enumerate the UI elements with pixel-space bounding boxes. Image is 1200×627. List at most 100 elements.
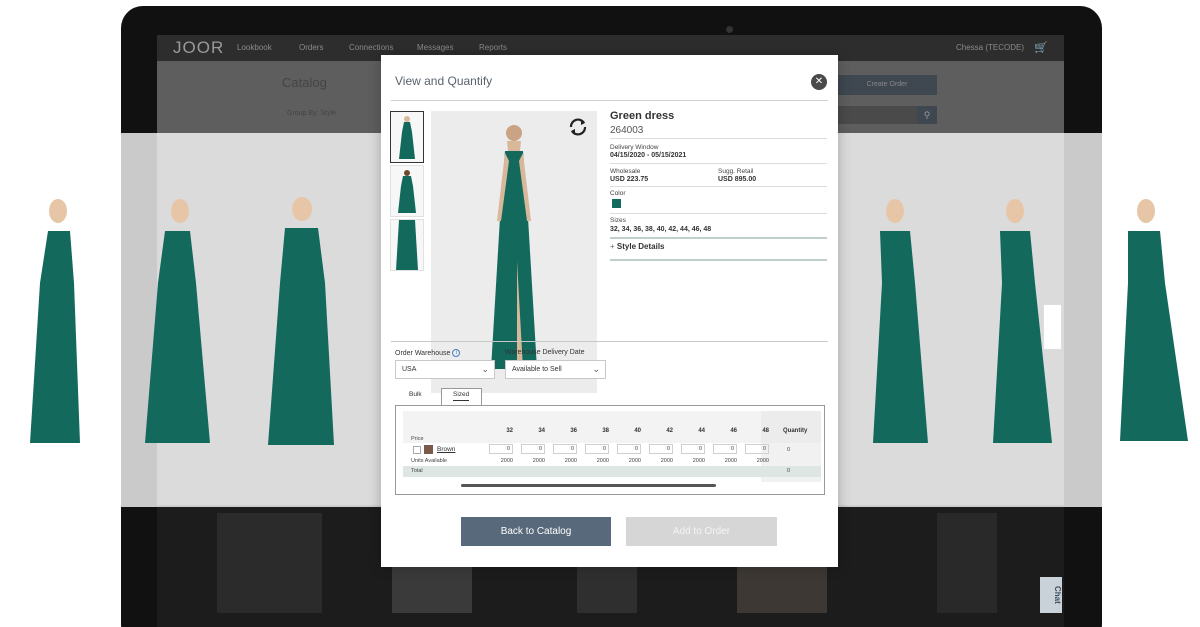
size-grid: 32 0 2000 0 34 0 2000 0 36 0 2000 0 38 0 2000 0 40 0 2000 0…: [403, 411, 821, 482]
units-available-value: 2000: [532, 458, 545, 464]
quantity-input[interactable]: 0: [713, 444, 737, 454]
tab-active-indicator: [453, 400, 469, 401]
divider: [391, 100, 828, 101]
color-name-brown[interactable]: Brown: [437, 446, 455, 453]
quantity-input[interactable]: 0: [489, 444, 513, 454]
order-warehouse-select[interactable]: USA ⌄: [395, 360, 495, 379]
total-label: Total: [411, 468, 423, 474]
chevron-down-icon: ⌄: [481, 364, 489, 374]
nav-item-orders[interactable]: Orders: [299, 43, 323, 52]
close-icon[interactable]: ✕: [811, 74, 827, 90]
quantity-input[interactable]: 0: [521, 444, 545, 454]
divider: [610, 186, 827, 187]
color-swatch-green[interactable]: [612, 199, 621, 208]
size-header: 36: [570, 428, 577, 434]
wholesale-price: USD 223.75: [610, 176, 649, 183]
tab-sized[interactable]: Sized: [453, 391, 469, 398]
units-available-value: 2000: [724, 458, 737, 464]
camera-dot: [726, 26, 733, 33]
wholesale-label: Wholesale: [610, 168, 641, 175]
page: JOOR Lookbook Orders Connections Message…: [0, 0, 1200, 627]
row-quantity: 0: [787, 447, 791, 453]
quantity-input[interactable]: 0: [585, 444, 609, 454]
size-header: 38: [602, 428, 609, 434]
product-tile[interactable]: [937, 513, 997, 613]
style-details-toggle[interactable]: + Style Details: [610, 242, 664, 251]
search-icon[interactable]: ⚲: [917, 106, 937, 124]
divider: [391, 341, 828, 342]
thumbnail-detail[interactable]: [390, 219, 424, 271]
quantity-input[interactable]: 0: [681, 444, 705, 454]
divider: [610, 138, 827, 139]
units-available-value: 2000: [660, 458, 673, 464]
delivery-window-value: 04/15/2020 - 05/15/2021: [610, 152, 687, 159]
units-available-value: 2000: [500, 458, 513, 464]
quantity-input[interactable]: 0: [745, 444, 769, 454]
chevron-down-icon: ⌄: [592, 364, 600, 374]
delivery-date-label: Warehouse Delivery Date: [505, 349, 585, 356]
create-order-button[interactable]: Create Order: [837, 75, 937, 95]
quantity-input[interactable]: 0: [649, 444, 673, 454]
units-available-value: 2000: [596, 458, 609, 464]
units-available-value: 2000: [692, 458, 705, 464]
divider: [610, 213, 827, 214]
catalog-title: Catalog: [282, 75, 327, 90]
divider: [610, 237, 827, 239]
plus-icon: +: [610, 242, 617, 251]
grid-horizontal-scrollbar[interactable]: [461, 484, 716, 487]
total-quantity: 0: [787, 468, 791, 474]
size-header: 34: [538, 428, 545, 434]
quantity-header: Quantity: [783, 428, 808, 434]
size-header: 44: [698, 428, 705, 434]
rotate-360-icon[interactable]: [566, 115, 590, 139]
carousel-handle[interactable]: [1043, 304, 1062, 350]
product-name: Green dress: [610, 110, 675, 122]
thumbnail-back[interactable]: [390, 165, 424, 217]
color-swatch-brown: [424, 445, 433, 454]
divider: [610, 259, 827, 261]
units-available-label: Units Available: [411, 458, 447, 464]
divider: [610, 163, 827, 164]
color-label: Color: [610, 190, 626, 197]
style-details-label: Style Details: [616, 242, 665, 251]
delivery-window-label: Delivery Window: [610, 144, 659, 151]
group-by-select[interactable]: Group By: Style: [287, 110, 336, 117]
size-header: 42: [666, 428, 673, 434]
order-warehouse-label: Order Warehouse i: [395, 349, 461, 357]
sizes-value: 32, 34, 36, 38, 40, 42, 44, 46, 48: [610, 226, 712, 233]
user-menu[interactable]: Chessa (TECODE): [956, 43, 1024, 52]
order-warehouse-value: USA: [402, 366, 417, 373]
size-header: 32: [506, 428, 513, 434]
info-icon[interactable]: i: [452, 349, 461, 357]
cart-icon[interactable]: 🛒: [1034, 41, 1048, 54]
sizes-label: Sizes: [610, 217, 626, 224]
retail-label: Sugg. Retail: [718, 168, 754, 175]
row-checkbox[interactable]: [413, 446, 421, 454]
price-label: Price: [411, 436, 424, 442]
chat-button[interactable]: Chat: [1040, 577, 1062, 613]
order-warehouse-label-text: Order Warehouse: [395, 349, 451, 357]
quantity-input[interactable]: 0: [553, 444, 577, 454]
thumbnail-front[interactable]: [390, 111, 424, 163]
back-to-catalog-button[interactable]: Back to Catalog: [461, 517, 611, 546]
retail-price: USD 895.00: [718, 176, 757, 183]
size-header: 40: [634, 428, 641, 434]
units-available-value: 2000: [564, 458, 577, 464]
units-available-value: 2000: [628, 458, 641, 464]
add-to-order-button[interactable]: Add to Order: [626, 517, 777, 546]
units-available-value: 2000: [756, 458, 769, 464]
total-row: [403, 466, 821, 477]
joor-logo[interactable]: JOOR: [173, 38, 224, 58]
nav-item-lookbook[interactable]: Lookbook: [237, 43, 272, 52]
nav-item-reports[interactable]: Reports: [479, 43, 507, 52]
product-code: 264003: [610, 125, 644, 136]
nav-item-connections[interactable]: Connections: [349, 43, 393, 52]
tab-bulk[interactable]: Bulk: [409, 391, 422, 398]
quantity-input[interactable]: 0: [617, 444, 641, 454]
grid-header-band: [403, 411, 821, 443]
nav-item-messages[interactable]: Messages: [417, 43, 453, 52]
delivery-date-value: Available to Sell: [512, 366, 562, 373]
delivery-date-select[interactable]: Available to Sell ⌄: [505, 360, 606, 379]
view-and-quantify-modal: View and Quantify ✕ Green dress 264003 D…: [381, 55, 838, 567]
product-tile[interactable]: [217, 513, 322, 613]
